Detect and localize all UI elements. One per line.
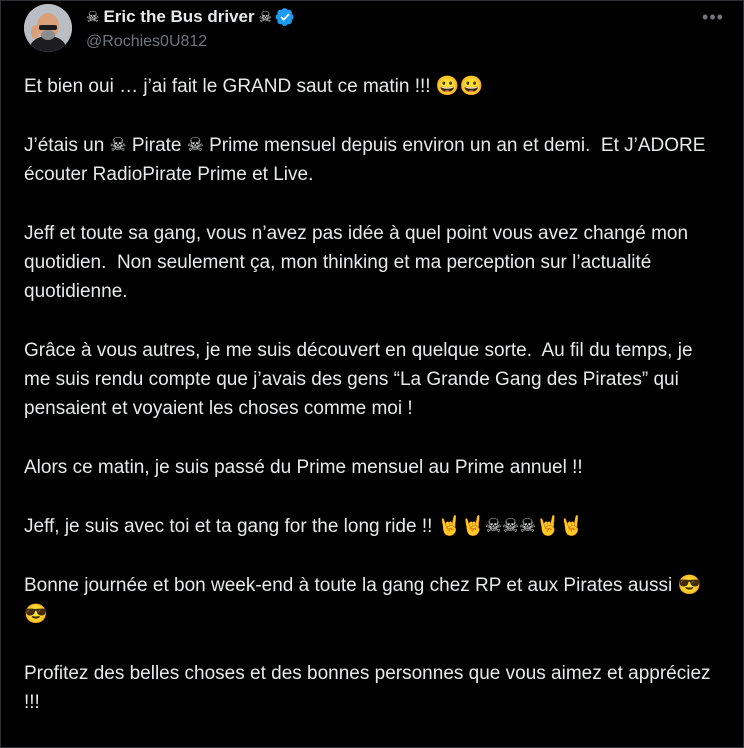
avatar-image — [24, 4, 72, 52]
name-row: ☠ Eric the Bus driver ☠ — [86, 6, 684, 28]
tweet-paragraph: Et bien oui … j’ai fait le GRAND saut ce… — [24, 76, 484, 97]
tweet-paragraph: Profitez des belles choses et des bonnes… — [24, 663, 716, 713]
tweet-paragraph: Alors ce matin, je suis passé du Prime m… — [24, 457, 583, 478]
tweet-paragraph: Jeff, je suis avec toi et ta gang for th… — [24, 516, 584, 537]
skull-crossbones-icon: ☠ — [86, 9, 100, 26]
verified-badge-icon[interactable] — [275, 7, 295, 27]
user-handle[interactable]: @Rochies0U812 — [86, 33, 684, 51]
display-name[interactable]: Eric the Bus driver — [103, 7, 254, 27]
tweet-paragraph: Grâce à vous autres, je me suis découver… — [24, 340, 698, 419]
avatar[interactable] — [24, 4, 72, 52]
tweet-paragraph: Bonne journée et bon week-end à toute la… — [24, 575, 702, 625]
tweet-paragraph: Jeff et toute sa gang, vous n’avez pas i… — [24, 223, 694, 302]
tweet-header: ☠ Eric the Bus driver ☠ @Rochies0U812 — [86, 6, 684, 51]
tweet-paragraph: J’étais un ☠ Pirate ☠ Prime mensuel depu… — [24, 135, 711, 185]
more-options-icon[interactable]: ••• — [700, 6, 726, 28]
tweet-text: Et bien oui … j’ai fait le GRAND saut ce… — [24, 72, 724, 747]
skull-crossbones-icon: ☠ — [258, 9, 273, 26]
